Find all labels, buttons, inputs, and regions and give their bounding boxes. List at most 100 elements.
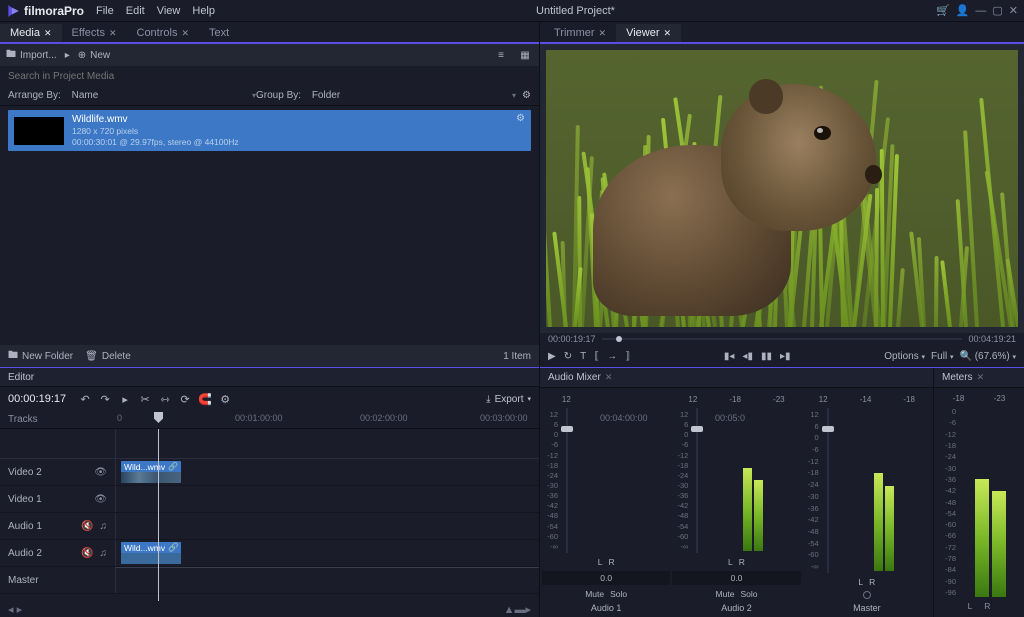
playhead[interactable] [158,429,159,601]
timeline-timecode[interactable]: 00:00:19:17 [8,393,66,405]
editor-header: Editor [0,367,539,387]
close-icon[interactable]: ✕ [44,28,52,39]
tab-text[interactable]: Text [199,24,239,42]
list-view-icon[interactable]: ≡ [493,48,509,62]
media-item[interactable]: Wildlife.wmv 1280 x 720 pixels 00:00:30:… [8,110,531,151]
zoom-dropdown[interactable]: 🔍 (67.6%) ▾ [959,351,1016,362]
fader[interactable] [560,408,574,553]
track-lane[interactable] [115,567,539,593]
close-icon[interactable]: ✕ [181,28,189,39]
mute-button[interactable]: Mute [585,589,604,599]
gear-icon[interactable]: ⚙ [522,90,531,101]
tab-media[interactable]: Media✕ [0,24,62,44]
gear-icon[interactable]: ⚙ [516,113,525,124]
track-lane[interactable]: Wild...wmv🔗 [115,540,539,566]
tab-controls[interactable]: Controls✕ [127,24,200,42]
filmora-icon [6,4,20,18]
export-button[interactable]: ⤓Export▾ [486,394,531,405]
peak-r: -23 [994,394,1006,403]
skip-back-icon[interactable]: ▮◂ [724,351,735,362]
fader-readout: 0.0 [672,571,800,585]
app-name: filmoraPro [24,4,84,18]
minimize-icon[interactable]: — [975,5,986,17]
folder-icon: 🖿 [8,348,18,365]
slice-icon[interactable]: ✂ [138,392,152,406]
full-dropdown[interactable]: Full ▾ [931,351,953,362]
options-dropdown[interactable]: Options ▾ [884,351,925,362]
audio-mixer-panel: Audio Mixer✕ 121260-6-12-18-24-30-36-42-… [540,368,934,617]
master-led[interactable] [863,591,871,599]
templates-button[interactable]: ▸ [65,50,70,61]
user-icon[interactable]: 👤 [956,4,970,17]
fader[interactable] [690,408,704,553]
close-window-icon[interactable]: ✕ [1009,4,1018,17]
arrow-icon[interactable]: → [607,351,617,362]
scrub-bar[interactable] [602,338,963,340]
new-folder-button[interactable]: 🖿New Folder [8,348,73,365]
text-tool-icon[interactable]: T [580,351,586,362]
import-button[interactable]: 🖿Import... [6,47,57,64]
channel-name: Audio 2 [721,603,752,613]
mark-out-icon[interactable]: ⟧ [625,351,630,362]
track-lane[interactable]: Wild...wmv🔗 [115,459,539,485]
solo-button[interactable]: Solo [610,589,627,599]
menu-view[interactable]: View [157,5,181,17]
menu-help[interactable]: Help [192,5,215,17]
solo-icon[interactable]: ♫ [100,521,108,532]
title-bar: filmoraPro File Edit View Help Untitled … [0,0,1024,22]
menu-edit[interactable]: Edit [126,5,145,17]
track-row: Audio 1🔇♫ [0,513,539,540]
tab-effects[interactable]: Effects✕ [62,24,127,42]
pause-icon[interactable]: ▮▮ [761,351,772,362]
search-input[interactable] [8,71,531,82]
track-name: Audio 2 [8,548,75,559]
menu-file[interactable]: File [96,5,114,17]
mute-icon[interactable]: 🔇 [81,548,93,559]
cart-icon[interactable]: 🛒 [936,4,950,17]
audio-clip[interactable]: Wild...wmv🔗 [121,542,181,564]
mute-button[interactable]: Mute [716,589,735,599]
mark-in-icon[interactable]: ⟦ [594,351,599,362]
rate-icon[interactable]: ⟳ [178,392,192,406]
chevron-left-icon[interactable]: ◂ ▸ [8,603,22,616]
close-icon[interactable]: ✕ [605,372,613,383]
close-icon[interactable]: ✕ [664,28,672,39]
loop-icon[interactable]: ↻ [564,351,572,362]
slip-icon[interactable]: ⇿ [158,392,172,406]
zoom-slider-icon[interactable]: ▲▬▸ [504,603,531,616]
skip-fwd-icon[interactable]: ▸▮ [780,351,791,362]
maximize-icon[interactable]: ▢ [992,4,1002,17]
grid-view-icon[interactable]: ▦ [517,48,533,62]
media-thumbnail [14,117,64,145]
delete-button[interactable]: 🗑Delete [85,351,131,362]
close-icon[interactable]: ✕ [599,28,607,39]
play-icon[interactable]: ▶ [548,351,556,362]
close-icon[interactable]: ✕ [109,28,117,39]
track-lane[interactable] [115,513,539,539]
new-button[interactable]: ⊕New [78,50,110,61]
preview-display[interactable] [546,50,1018,327]
snap-icon[interactable]: 🧲 [198,392,212,406]
fader-readout: 0.0 [542,571,670,585]
eye-icon[interactable]: 👁 [94,494,107,505]
options-icon[interactable]: ⚙ [218,392,232,406]
solo-button[interactable]: Solo [740,589,757,599]
redo-icon[interactable]: ↷ [98,392,112,406]
fader[interactable] [821,408,835,573]
arrange-by-dropdown[interactable]: Arrange By: Name▾ [8,90,256,101]
tab-viewer[interactable]: Viewer✕ [616,24,681,44]
mute-icon[interactable]: 🔇 [81,521,93,532]
pointer-icon[interactable]: ▸ [118,392,132,406]
eye-icon[interactable]: 👁 [94,467,107,478]
tab-trimmer[interactable]: Trimmer✕ [544,24,616,42]
mixer-channel: 121260-6-12-18-24-30-36-42-48-54-60-∞LR0… [542,394,670,613]
group-by-dropdown[interactable]: Group By: Folder▾ [256,90,516,101]
video-clip[interactable]: Wild...wmv🔗 [121,461,181,483]
close-icon[interactable]: ✕ [977,372,985,383]
frame-back-icon[interactable]: ◂▮ [742,351,753,362]
channel-name: Master [853,603,881,613]
track-lane[interactable] [115,486,539,512]
undo-icon[interactable]: ↶ [78,392,92,406]
timeline-ruler[interactable]: 0 00:01:00:00 00:02:00:00 00:03:00:00 00… [115,411,539,428]
solo-icon[interactable]: ♫ [100,548,108,559]
